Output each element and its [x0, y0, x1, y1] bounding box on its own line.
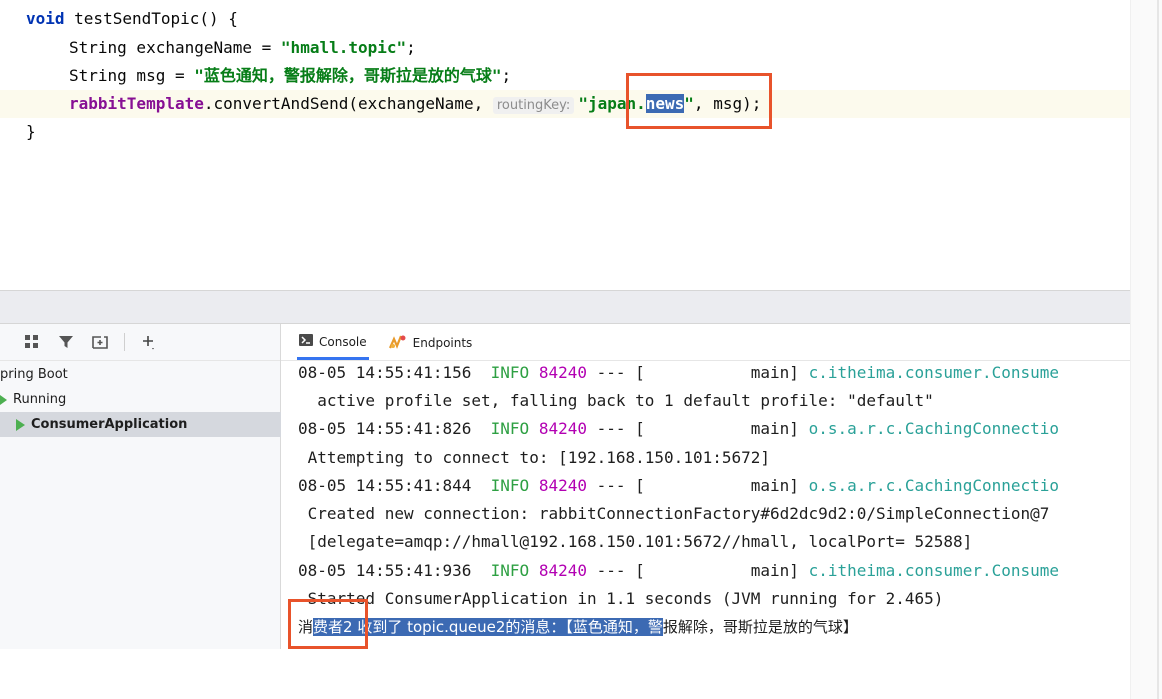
toolbar-separator: [124, 333, 125, 351]
log-timestamp: 08-05 14:55:41:844: [298, 476, 472, 495]
log-level: INFO: [490, 561, 530, 580]
tree-item-label: Running: [13, 392, 67, 407]
type-string: String: [69, 66, 127, 85]
consumer-id-highlight-box: [288, 599, 368, 649]
rabbit-template-field: rabbitTemplate: [69, 94, 204, 113]
filter-icon[interactable]: [56, 332, 76, 352]
log-level: INFO: [490, 419, 530, 438]
tree-item-label: ConsumerApplication: [31, 417, 188, 432]
bottom-blank-area: [0, 649, 1130, 699]
console-tabs: Console Endpoints: [281, 324, 1130, 361]
services-toolbar: [0, 324, 280, 361]
log-pid: 84240: [538, 476, 587, 495]
tree-item-consumer-application[interactable]: ConsumerApplication: [0, 412, 281, 437]
code-line-convert-and-send[interactable]: rabbitTemplate.convertAndSend(exchangeNa…: [0, 90, 1130, 118]
scrollbar-track[interactable]: [1157, 0, 1159, 699]
exchange-name-value: "hmall.topic": [280, 38, 407, 57]
tree-item-spring-boot[interactable]: pring Boot: [0, 362, 68, 387]
semicolon: ;: [501, 66, 512, 85]
running-expand-icon[interactable]: [0, 394, 7, 405]
new-tab-icon[interactable]: [90, 332, 110, 352]
group-by-icon[interactable]: [22, 332, 42, 352]
tab-endpoints-label: Endpoints: [412, 336, 473, 350]
right-scrollbar-strip[interactable]: [1130, 0, 1162, 699]
log-line: Created new connection: rabbitConnection…: [298, 504, 1050, 523]
log-pid: 84240: [538, 561, 587, 580]
code-line-method-signature[interactable]: void testSendTopic() {: [26, 5, 238, 33]
tab-endpoints[interactable]: Endpoints: [387, 326, 475, 360]
log-thread: --- [ main]: [587, 561, 809, 580]
code-editor[interactable]: void testSendTopic() { String exchangeNa…: [0, 0, 1130, 290]
semicolon: ;: [406, 38, 416, 57]
log-line: Attempting to connect to: [192.168.150.1…: [298, 448, 771, 467]
console-output[interactable]: 08-05 14:55:41:156 INFO 84240 --- [ main…: [281, 360, 1130, 649]
log-timestamp: 08-05 14:55:41:156: [298, 363, 472, 382]
console-panel: Console Endpoints 08-05 14:55:41:156 INF…: [281, 324, 1130, 649]
log-timestamp: 08-05 14:55:41:936: [298, 561, 472, 580]
add-service-icon[interactable]: [139, 332, 159, 352]
log-level: INFO: [490, 363, 530, 382]
code-line-msg[interactable]: String msg = "蓝色通知，警报解除，哥斯拉是放的气球";: [69, 62, 511, 90]
tab-console-label: Console: [319, 334, 367, 349]
services-panel: pring Boot Running ConsumerApplication: [0, 324, 281, 649]
log-logger-link[interactable]: c.itheima.consumer.Consume: [809, 363, 1059, 382]
tree-item-running[interactable]: Running: [0, 387, 66, 412]
keyword-void: void: [26, 9, 65, 28]
tab-console[interactable]: Console: [297, 326, 369, 360]
log-line: 08-05 14:55:41:156 INFO 84240 --- [ main…: [298, 360, 1059, 387]
tree-item-label: pring Boot: [0, 367, 68, 382]
consumer-message-line: 消费者2 收到了 topic.queue2的消息：【蓝色通知，警报解除，哥斯拉是…: [298, 613, 858, 641]
console-icon: [299, 334, 313, 349]
log-logger-link[interactable]: c.itheima.consumer.Consume: [809, 561, 1059, 580]
log-logger-link[interactable]: o.s.a.r.c.CachingConnectio: [809, 476, 1059, 495]
msg-decl: msg =: [126, 66, 195, 85]
code-line-closing-brace[interactable]: }: [26, 118, 36, 146]
parameter-hint-routing-key: routingKey:: [492, 97, 575, 114]
tool-window-divider[interactable]: [0, 290, 1130, 324]
log-thread: --- [ main]: [587, 476, 809, 495]
log-line: 08-05 14:55:41:844 INFO 84240 --- [ main…: [298, 472, 1059, 500]
log-thread: --- [ main]: [587, 363, 809, 382]
exchange-name-decl: exchangeName =: [126, 38, 281, 57]
log-line: [delegate=amqp://hmall@192.168.150.101:5…: [298, 532, 973, 551]
log-line: 08-05 14:55:41:936 INFO 84240 --- [ main…: [298, 557, 1059, 585]
type-string: String: [69, 38, 127, 57]
log-logger-link[interactable]: o.s.a.r.c.CachingConnectio: [809, 419, 1059, 438]
endpoints-icon: [388, 334, 407, 353]
closing-brace: }: [26, 122, 36, 141]
run-status-icon: [16, 418, 25, 431]
log-line: active profile set, falling back to 1 de…: [298, 391, 934, 410]
message-suffix: 报解除，哥斯拉是放的气球】: [662, 618, 858, 636]
log-level: INFO: [490, 476, 530, 495]
log-line: 08-05 14:55:41:826 INFO 84240 --- [ main…: [298, 415, 1059, 443]
log-pid: 84240: [538, 363, 587, 382]
code-line-exchange-name[interactable]: String exchangeName = "hmall.topic";: [69, 34, 416, 62]
log-line: Started ConsumerApplication in 1.1 secon…: [298, 589, 944, 608]
msg-value: "蓝色通知，警报解除，哥斯拉是放的气球": [194, 66, 502, 85]
log-thread: --- [ main]: [587, 419, 809, 438]
convert-and-send-call: .convertAndSend(exchangeName,: [203, 94, 493, 113]
method-signature-text: testSendTopic() {: [64, 9, 238, 28]
routing-key-highlight-box: [626, 73, 772, 129]
log-pid: 84240: [538, 419, 587, 438]
log-timestamp: 08-05 14:55:41:826: [298, 419, 472, 438]
